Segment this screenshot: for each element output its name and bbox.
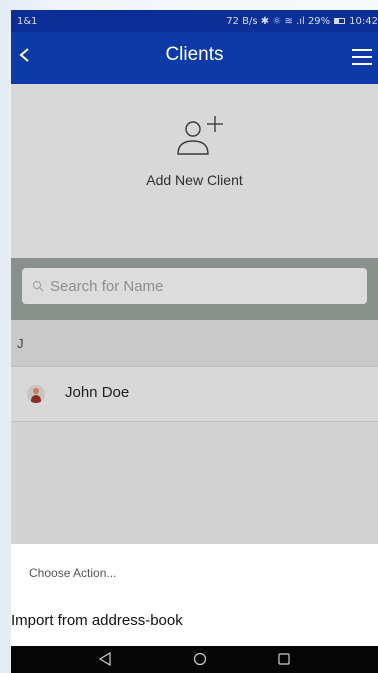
search-icon: [33, 281, 44, 292]
app-bar: Clients: [11, 32, 378, 84]
section-letter: J: [17, 336, 24, 351]
menu-icon[interactable]: [352, 49, 372, 65]
carrier-label: 1&1: [17, 15, 38, 27]
avatar: [27, 385, 45, 403]
action-sheet: Choose Action... Import from address-boo…: [11, 544, 378, 646]
status-time: 10:42: [349, 15, 378, 27]
battery-icon: [334, 18, 346, 24]
add-new-client-area[interactable]: Add New Client: [11, 84, 378, 258]
nav-back-icon[interactable]: [98, 652, 112, 666]
status-indicators: 72 B/s ✱ ☼ ≋ .ıl 29% 10:42: [226, 16, 378, 27]
navigation-bar: [11, 646, 378, 673]
import-address-book-button[interactable]: Import from address-book: [11, 604, 378, 640]
search-input[interactable]: [50, 277, 350, 295]
client-row[interactable]: John Doe: [11, 367, 378, 422]
search-field[interactable]: [22, 268, 367, 304]
search-bar: [11, 258, 378, 320]
page-title: Clients: [165, 44, 224, 65]
status-info: 72 B/s ✱ ☼ ≋ .ıl 29%: [226, 15, 331, 27]
client-name: John Doe: [65, 384, 130, 401]
phone-screen: 1&1 72 B/s ✱ ☼ ≋ .ıl 29% 10:42 Clients A…: [11, 10, 378, 673]
nav-home-icon[interactable]: [193, 652, 207, 666]
section-header: J: [11, 320, 378, 367]
list-empty-area: [11, 422, 378, 544]
nav-recent-apps-icon[interactable]: [277, 652, 291, 666]
status-bar: 1&1 72 B/s ✱ ☼ ≋ .ıl 29% 10:42: [11, 10, 378, 32]
add-new-client-button[interactable]: Add New Client: [11, 172, 378, 188]
action-sheet-title: Choose Action...: [29, 566, 117, 580]
add-person-icon[interactable]: [171, 112, 231, 158]
